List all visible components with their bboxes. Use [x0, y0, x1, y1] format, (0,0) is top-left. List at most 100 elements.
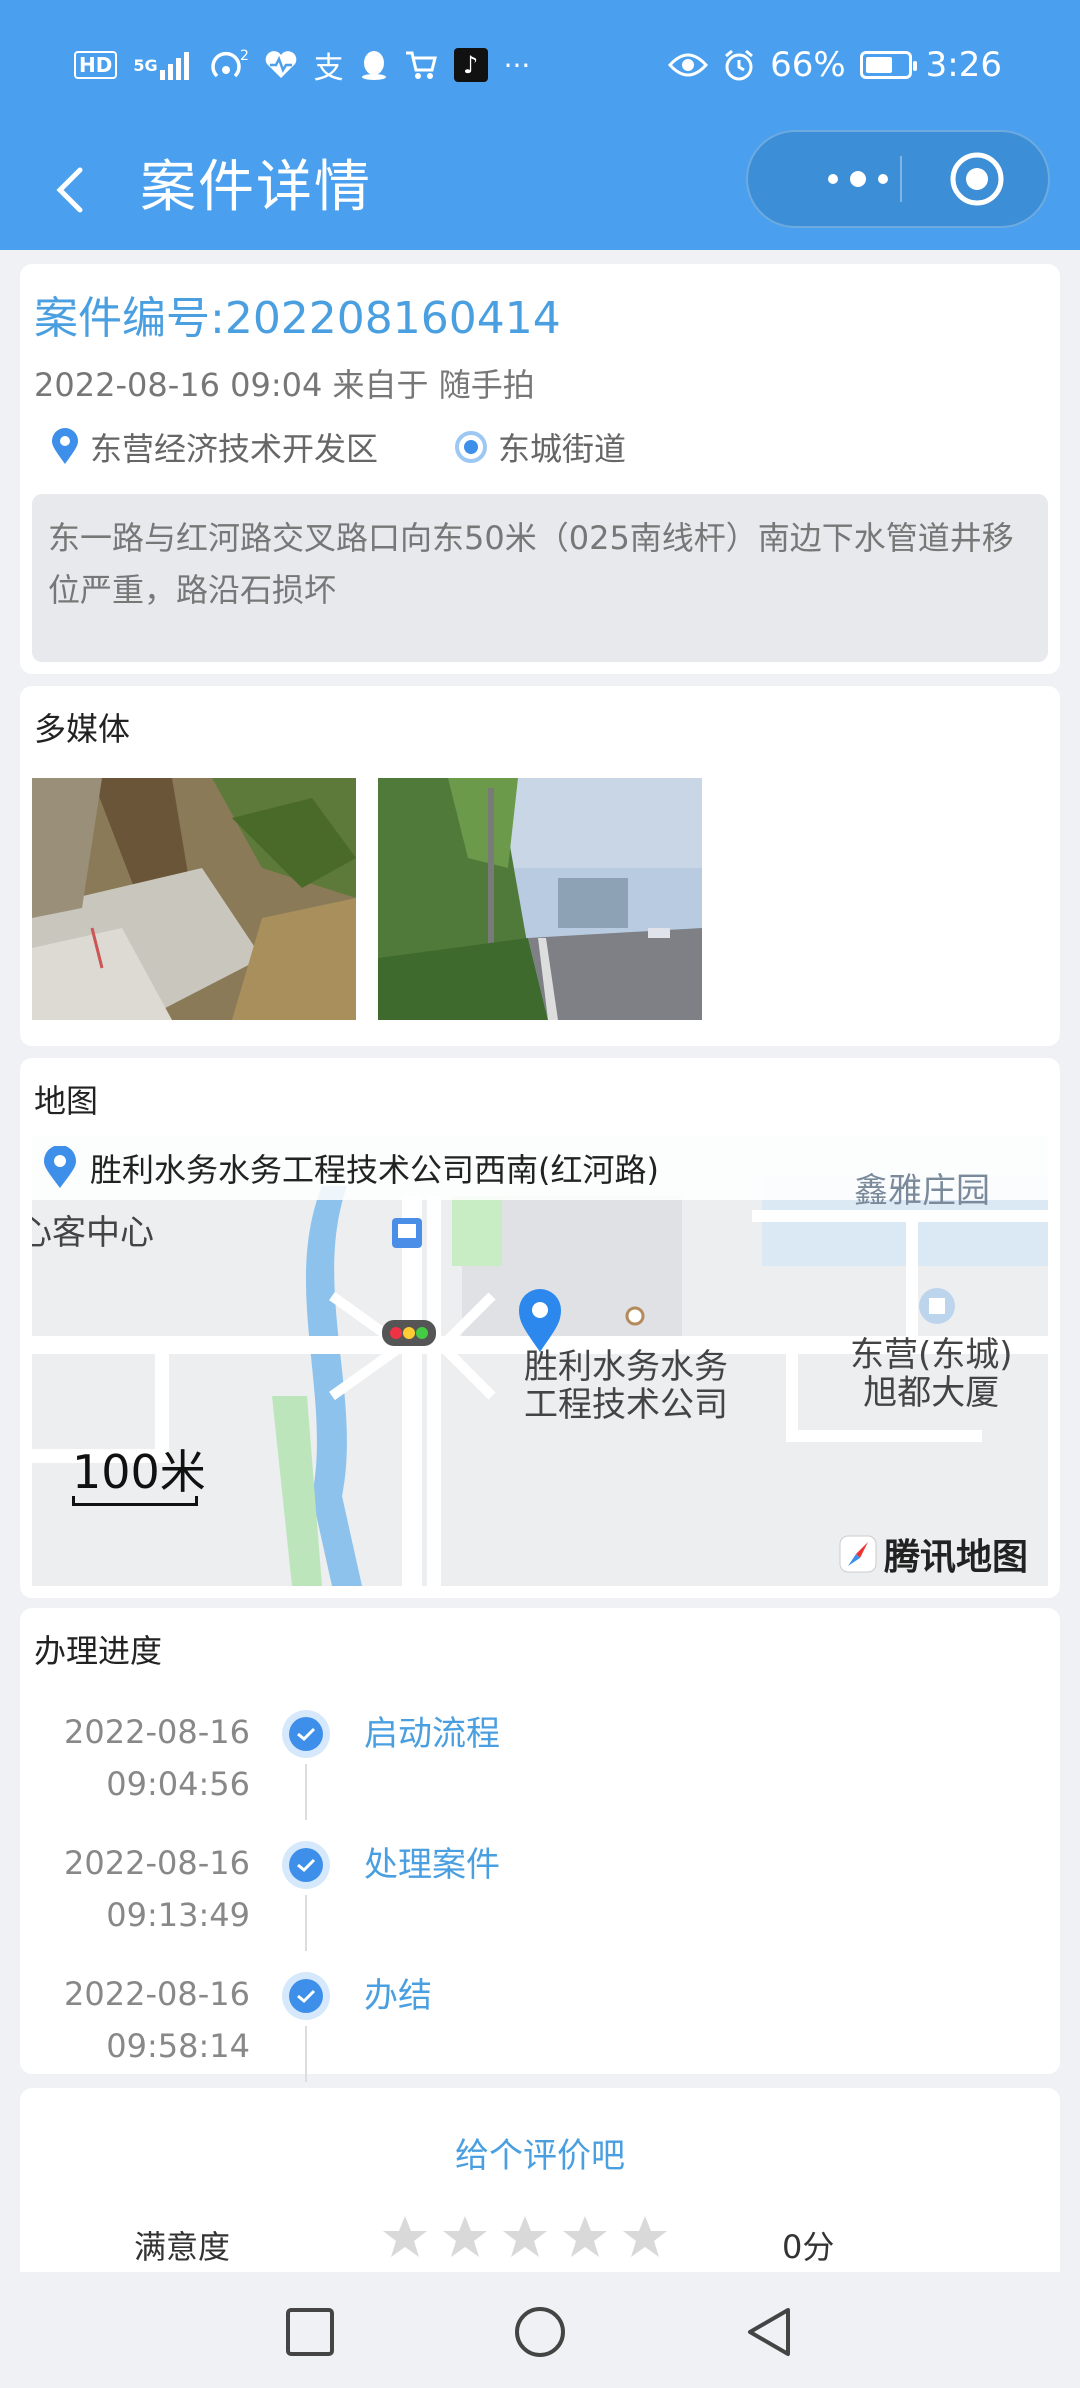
step-date: 2022-08-16 [64, 1713, 250, 1751]
status-icons-left: HD 5G 2 支 ♪ ··· [74, 42, 530, 88]
progress-step: 2022-08-16 09:13:49 处理案件 [20, 1837, 1060, 1957]
health-heart-icon [264, 50, 298, 80]
step-label: 启动流程 [364, 1714, 500, 1754]
star-icon[interactable] [382, 2214, 428, 2260]
close-miniprogram-button[interactable] [942, 132, 1012, 226]
battery-percent: 66% [770, 45, 846, 85]
district-name: 东营经济技术开发区 [90, 430, 379, 468]
map-label-marker-line2: 工程技术公司 [524, 1385, 728, 1425]
media-photo-1[interactable] [32, 778, 356, 1020]
page-title: 案件详情 [140, 155, 372, 220]
step-time: 09:58:14 [106, 2027, 250, 2065]
back-arrow-icon[interactable] [46, 148, 96, 228]
case-source: 随手拍 [438, 366, 535, 404]
media-section-title: 多媒体 [34, 710, 131, 748]
capsule-divider [900, 156, 902, 202]
square-icon [286, 2308, 334, 2356]
progress-card: 办理进度 2022-08-16 09:04:56 启动流程 2022-08-16… [20, 1608, 1060, 2082]
map-label-left: 心客中心 [32, 1213, 154, 1253]
more-dots-icon [828, 171, 888, 187]
system-navigation-bar [0, 2272, 1080, 2388]
star-icon[interactable] [622, 2214, 668, 2260]
status-bar: HD 5G 2 支 ♪ ··· 66% 3:26 [0, 0, 1080, 130]
map-card: 地图 胜利水务水务工程技术公司西南(红河路) 心客中心 鑫雅庄园 胜利水务水务 … [20, 1058, 1060, 1598]
rating-prompt: 给个评价吧 [455, 2136, 625, 2176]
step-datetime: 2022-08-16 09:58:14 [50, 1968, 250, 2072]
progress-step: 2022-08-16 09:04:56 启动流程 [20, 1706, 1060, 1826]
map-view[interactable]: 胜利水务水务工程技术公司西南(红河路) 心客中心 鑫雅庄园 胜利水务水务 工程技… [32, 1136, 1048, 1586]
progress-section-title: 办理进度 [34, 1632, 163, 1670]
rating-score: 0分 [782, 2228, 835, 2266]
case-description: 东一路与红河路交叉路口向东50米（025南线杆）南边下水管道井移位严重，路沿石损… [32, 494, 1048, 662]
step-connector [305, 2026, 307, 2082]
more-menu-button[interactable] [788, 132, 928, 226]
step-connector [305, 1764, 307, 1820]
signal-icon: 5G [133, 50, 193, 80]
step-datetime: 2022-08-16 09:13:49 [50, 1837, 250, 1941]
back-button[interactable] [740, 2302, 800, 2362]
step-label: 办结 [364, 1976, 432, 2016]
map-label-top: 鑫雅庄园 [854, 1171, 990, 1211]
hotspot-icon: 2 [210, 48, 248, 82]
step-time: 09:13:49 [106, 1896, 250, 1934]
step-check-icon [282, 1841, 330, 1889]
location-pin-icon [52, 428, 78, 464]
case-number: 案件编号:202208160414 [34, 293, 561, 344]
step-label: 处理案件 [364, 1845, 500, 1885]
map-address: 胜利水务水务工程技术公司西南(红河路) [90, 1151, 659, 1189]
battery-icon [859, 51, 917, 79]
hd-indicator: HD [74, 51, 118, 79]
map-label-right-line2: 旭都大厦 [863, 1373, 1000, 1413]
source-prefix: 来自于 [332, 366, 429, 404]
battery-level-fill [865, 57, 892, 73]
map-scale-bar [72, 1496, 198, 1506]
case-info-card: 案件编号:202208160414 2022-08-16 09:04 来自于 随… [20, 264, 1060, 674]
home-button[interactable] [510, 2302, 570, 2362]
step-date: 2022-08-16 [64, 1975, 250, 2013]
map-label-marker-line1: 胜利水务水务 [524, 1347, 728, 1387]
map-label-marker: 胜利水务水务 工程技术公司 [524, 1348, 728, 1424]
step-date: 2022-08-16 [64, 1844, 250, 1882]
star-icon[interactable] [442, 2214, 488, 2260]
qq-icon [360, 49, 388, 81]
location-pin-icon [44, 1146, 76, 1188]
star-rating[interactable] [382, 2214, 668, 2260]
compass-icon [839, 1535, 877, 1573]
clock: 3:26 [925, 45, 1002, 85]
star-icon[interactable] [502, 2214, 548, 2260]
progress-step: 2022-08-16 09:58:14 办结 [20, 1968, 1060, 2088]
step-time: 09:04:56 [106, 1765, 250, 1803]
alarm-icon [722, 48, 756, 82]
recents-button[interactable] [280, 2302, 340, 2362]
target-circle-icon [950, 152, 1004, 206]
shopping-cart-icon [404, 50, 438, 80]
step-connector [305, 1895, 307, 1951]
street-name: 东城街道 [498, 430, 627, 468]
star-icon[interactable] [562, 2214, 608, 2260]
map-logo: 腾讯地图 [838, 1528, 1028, 1580]
case-meta: 2022-08-16 09:04 来自于 随手拍 [34, 360, 535, 406]
case-datetime: 2022-08-16 09:04 [34, 366, 323, 404]
svg-text:2: 2 [240, 48, 248, 64]
network-type: 5G [133, 55, 158, 75]
triangle-back-icon [748, 2308, 790, 2356]
target-location-icon [455, 431, 487, 463]
tiktok-icon: ♪ [453, 48, 488, 82]
media-card: 多媒体 [20, 686, 1060, 1046]
step-datetime: 2022-08-16 09:04:56 [50, 1706, 250, 1810]
map-label-right-line1: 东营(东城) [850, 1335, 1013, 1375]
map-scale-label: 100米 [72, 1445, 206, 1499]
status-icons-right: 66% 3:26 [668, 42, 1002, 88]
miniprogram-capsule [746, 130, 1050, 228]
media-photo-2[interactable] [378, 778, 702, 1020]
circle-icon [515, 2307, 565, 2357]
map-logo-text: 腾讯地图 [883, 1537, 1028, 1578]
street-location: 东城街道 [454, 424, 626, 470]
more-notifications-icon: ··· [503, 48, 531, 82]
map-label-right: 东营(东城) 旭都大厦 [850, 1336, 1013, 1412]
step-check-icon [282, 1972, 330, 2020]
district-location: 东营经济技术开发区 [50, 424, 378, 470]
alipay-icon: 支 [313, 51, 344, 86]
map-marker-icon [519, 1289, 561, 1352]
eye-icon [668, 51, 709, 79]
